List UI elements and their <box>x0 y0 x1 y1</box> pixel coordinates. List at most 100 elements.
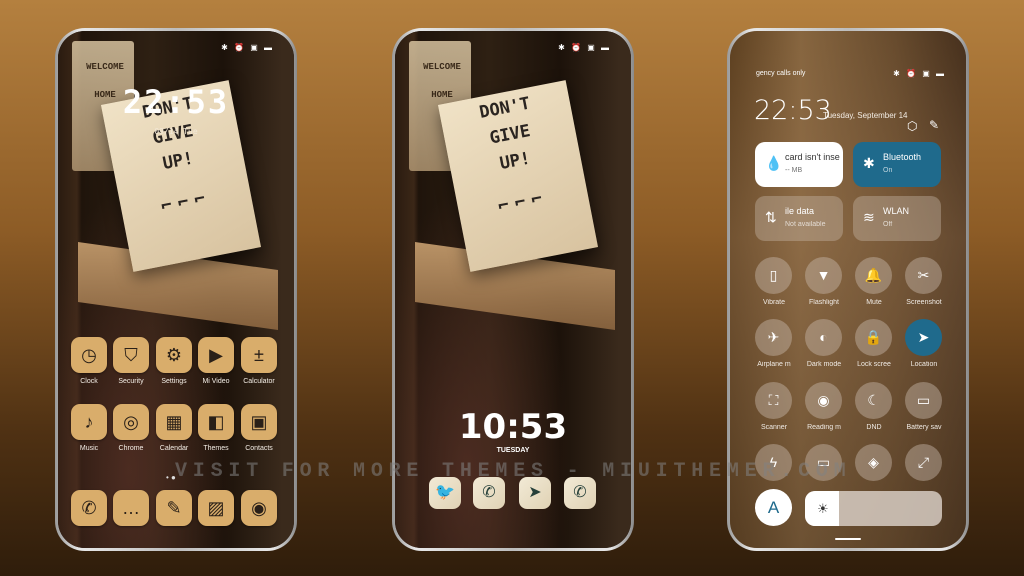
vibrate-icon: ▯ <box>769 267 778 283</box>
clock-widget[interactable]: 22:53 <box>58 83 294 121</box>
app-mi-video[interactable]: ▶ Mi Video <box>197 337 235 385</box>
calendar-icon: ▦ <box>156 404 192 440</box>
toggle-vibrate[interactable]: ▯ <box>755 257 792 294</box>
battery-saver-icon: ▭ <box>916 392 931 408</box>
tile-title: card isn't inse <box>785 152 840 162</box>
carrier-text: gency calls only <box>756 70 806 77</box>
calculator-icon: ± <box>241 337 277 373</box>
toggle-flashlight[interactable]: ▼ <box>805 257 842 294</box>
tile-title: WLAN <box>883 206 910 216</box>
day-label: TUESDAY <box>496 447 530 454</box>
toggle-location-arrow[interactable]: ➤ <box>905 319 942 356</box>
toggle-nearby[interactable]: ◈ <box>855 444 892 481</box>
clock-widget[interactable]: 10:53 <box>395 407 631 447</box>
app-label: Contacts <box>245 445 273 452</box>
shield-icon: ⛉ <box>113 337 149 373</box>
dock-app[interactable]: … <box>112 490 150 526</box>
toggle-lock[interactable]: 🔒 <box>855 319 892 356</box>
music-icon: ♪ <box>71 404 107 440</box>
dock-app[interactable]: ◉ <box>240 490 278 526</box>
pencil-icon: ✎ <box>156 490 192 526</box>
app-calendar[interactable]: ▦ Calendar <box>155 404 193 452</box>
welcome-text: WELCOME <box>86 62 124 72</box>
screenshot-icon: ✂ <box>917 267 930 283</box>
moon-icon: ☾ <box>867 392 880 408</box>
resize-icon: ⤢ <box>917 454 930 470</box>
flashlight-icon: ▼ <box>816 267 831 283</box>
brightness-slider[interactable]: ☀ <box>805 491 942 526</box>
toggle-battery-saver[interactable]: ▭ <box>905 382 942 419</box>
tile-bluetooth[interactable]: ✱ Bluetooth On <box>853 142 941 187</box>
watermark: VISIT FOR MORE THEMES - MIUITHEMER.COM <box>175 460 852 483</box>
message-icon: … <box>113 490 149 526</box>
dock-app[interactable]: ✆ <box>70 490 108 526</box>
toggle-resize[interactable]: ⤢ <box>905 444 942 481</box>
app-settings[interactable]: ⚙ Settings <box>155 337 193 385</box>
twitter-icon: 🐦 <box>435 484 455 501</box>
edit-icon[interactable]: ✎ <box>929 118 939 132</box>
toggle-label: Location <box>910 361 938 368</box>
camera-icon: ◉ <box>241 490 277 526</box>
home-indicator <box>835 538 861 540</box>
scanner-icon: ⛶ <box>768 392 779 408</box>
status-bar-icons: ✱ ⏰ ▣ ▬ <box>893 69 946 78</box>
app-chrome[interactable]: ◎ Chrome <box>112 404 150 452</box>
wifi-icon: ≋ <box>863 209 875 225</box>
shoes-drawing: ⌐⌐⌐ <box>159 186 213 218</box>
toggle-eye[interactable]: ◉ <box>805 382 842 419</box>
tile-subtitle: Not available <box>785 221 826 228</box>
app-label: Calculator <box>243 378 275 385</box>
gear-icon: ⚙ <box>156 337 192 373</box>
sun-icon: ☀ <box>817 501 829 516</box>
dock-app[interactable]: ✎ <box>155 490 193 526</box>
clock-icon: ◷ <box>71 337 107 373</box>
chrome-icon: ◎ <box>113 404 149 440</box>
brightness-fill: ☀ <box>805 491 840 526</box>
toggle-screenshot[interactable]: ✂ <box>905 257 942 294</box>
tile-subtitle: On <box>883 167 893 174</box>
shoes-drawing: ⌐⌐⌐ <box>496 186 550 218</box>
status-bar-icons: ✱ ⏰ ▣ ▬ <box>558 43 611 52</box>
app-contacts[interactable]: ▣ Contacts <box>240 404 278 452</box>
phone-icon: ✆ <box>573 484 587 501</box>
date: Tuesday, September 14 <box>823 111 908 120</box>
time: 22:53 <box>754 95 832 126</box>
toggle-scanner[interactable]: ⛶ <box>755 382 792 419</box>
toggle-label: Battery sav <box>906 424 942 431</box>
toggle-moon[interactable]: ☾ <box>855 382 892 419</box>
tile-water-drop[interactable]: 💧 card isn't inse -- MB <box>755 142 843 187</box>
toggle-dark-mode[interactable]: ◐ <box>805 319 842 356</box>
mobile-data-icon: ⇅ <box>765 209 777 225</box>
bell-icon: 🔔 <box>864 267 883 283</box>
lock-icon: 🔒 <box>864 329 883 345</box>
toggle-label: Screenshot <box>906 299 942 306</box>
tile-title: ile data <box>785 206 815 216</box>
eye-icon: ◉ <box>817 392 830 408</box>
app-security[interactable]: ⛉ Security <box>112 337 150 385</box>
tile-subtitle: -- MB <box>785 167 803 174</box>
app-calculator[interactable]: ± Calculator <box>240 337 278 385</box>
play-icon: ▶ <box>198 337 234 373</box>
auto-brightness-button[interactable]: A <box>755 489 792 526</box>
location-arrow-icon: ➤ <box>917 329 930 345</box>
tile-title: Bluetooth <box>883 152 922 162</box>
status-bar-icons: ✱ ⏰ ▣ ▬ <box>221 43 274 52</box>
toggle-airplane[interactable]: ✈ <box>755 319 792 356</box>
toggle-bell[interactable]: 🔔 <box>855 257 892 294</box>
gallery-icon: ▨ <box>198 490 234 526</box>
tile-wifi[interactable]: ≋ WLAN Off <box>853 196 941 241</box>
tile-mobile-data[interactable]: ⇅ ile data Not available <box>755 196 843 241</box>
telegram-icon: ➤ <box>528 484 542 501</box>
nearby-icon: ◈ <box>868 454 879 470</box>
settings-icon[interactable]: ⬡ <box>907 119 917 133</box>
app-clock[interactable]: ◷ Clock <box>70 337 108 385</box>
dock-app[interactable]: ▨ <box>197 490 235 526</box>
tile-subtitle: Off <box>883 221 893 228</box>
whatsapp-icon: ✆ <box>482 484 496 501</box>
bluetooth-icon: ✱ <box>863 155 875 171</box>
airplane-icon: ✈ <box>767 329 780 345</box>
phone-icon: ✆ <box>71 490 107 526</box>
app-music[interactable]: ♪ Music <box>70 404 108 452</box>
app-themes[interactable]: ◧ Themes <box>197 404 235 452</box>
welcome-text: WELCOME <box>423 62 461 72</box>
